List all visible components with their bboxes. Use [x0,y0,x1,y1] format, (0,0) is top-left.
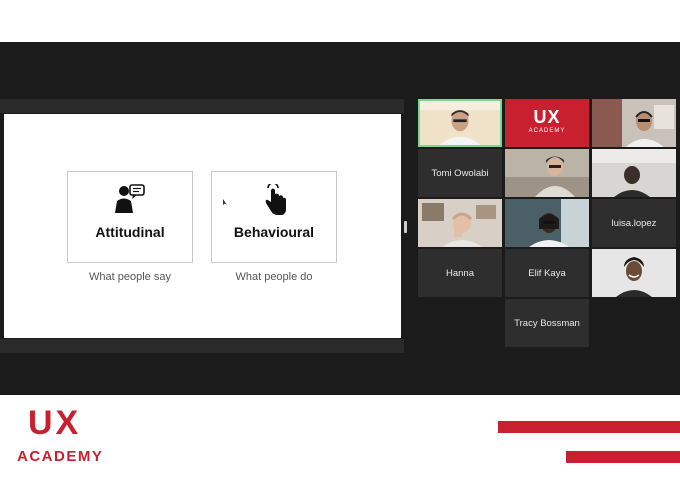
participant-tile[interactable] [592,149,676,197]
participant-video [505,149,589,197]
participant-video [418,199,502,247]
participant-name: Elif Kaya [528,267,566,279]
participant-tile[interactable]: luisa.lopez [592,199,676,247]
participant-video [505,199,589,247]
brand-stripe [498,421,680,433]
participant-tile[interactable] [592,99,676,147]
participant-video [592,99,676,147]
participant-tile[interactable] [505,199,589,247]
participant-name: Tomi Owolabi [431,167,489,179]
mouse-cursor-icon [223,199,227,205]
behavioural-card: Behavioural [211,171,337,263]
participant-tile[interactable]: Tracy Bossman [505,299,589,347]
participant-tile[interactable]: Hanna [418,249,502,297]
screen-share-top-bar [0,99,404,113]
participant-tile[interactable]: Elif Kaya [505,249,589,297]
card-caption: What people do [235,271,313,283]
participant-name: Hanna [446,267,474,279]
card-label: Attitudinal [95,224,165,240]
participant-video [592,149,676,197]
person-speech-icon [115,184,145,213]
logo-academy-text: ACADEMY [528,128,566,134]
participant-tile[interactable] [418,99,502,147]
brand-logo-ux: UX [28,404,82,442]
participant-name: Tracy Bossman [514,317,580,329]
participant-tile[interactable] [418,199,502,247]
participant-video [592,249,676,297]
card-label: Behavioural [233,224,315,240]
participant-tile[interactable]: UX ACADEMY [505,99,589,147]
hand-tap-icon [265,184,286,215]
brand-stripe [566,451,680,463]
card-caption: What people say [89,271,171,283]
participant-tile[interactable] [592,249,676,297]
participant-video [420,101,500,145]
shared-slide: Attitudinal What people say Behavioural … [4,114,401,338]
participant-tile[interactable] [505,149,589,197]
logo-ux-text: UX [533,107,561,127]
screen-share-bottom-bar [0,339,404,353]
brand-logo-academy: ACADEMY [17,448,104,465]
participant-tile[interactable]: Tomi Owolabi [418,149,502,197]
panel-resize-handle[interactable] [404,221,407,233]
attitudinal-card: Attitudinal [67,171,193,263]
participant-name: luisa.lopez [611,217,657,229]
